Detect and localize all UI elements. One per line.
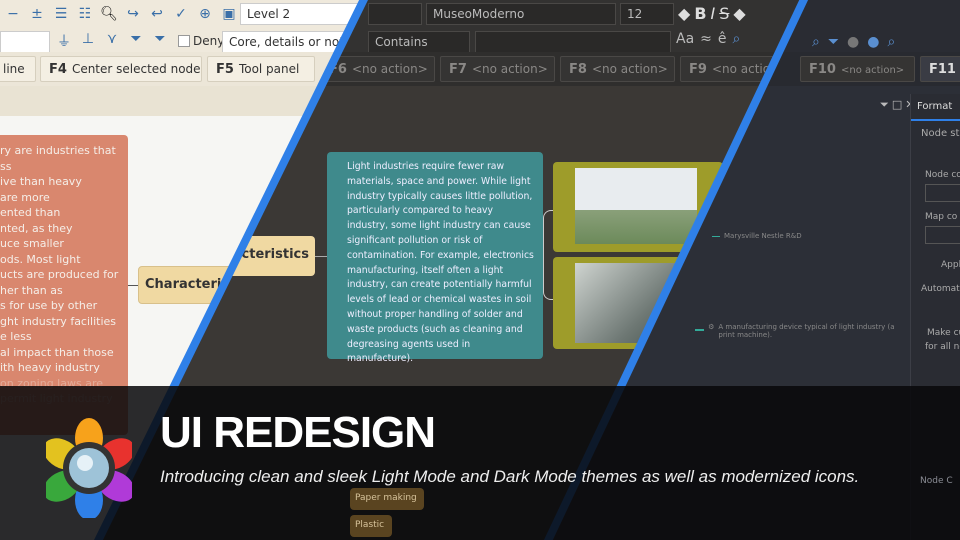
node-label-bottom: Node C bbox=[920, 476, 953, 486]
banner-subtitle: Introducing clean and sleek Light Mode a… bbox=[160, 467, 860, 486]
app-logo bbox=[46, 418, 132, 518]
banner-title: UI REDESIGN bbox=[160, 408, 436, 457]
node-paper-making[interactable]: Paper making bbox=[350, 488, 424, 510]
node-plastic[interactable]: Plastic bbox=[350, 515, 392, 537]
banner-overlay bbox=[0, 386, 960, 540]
